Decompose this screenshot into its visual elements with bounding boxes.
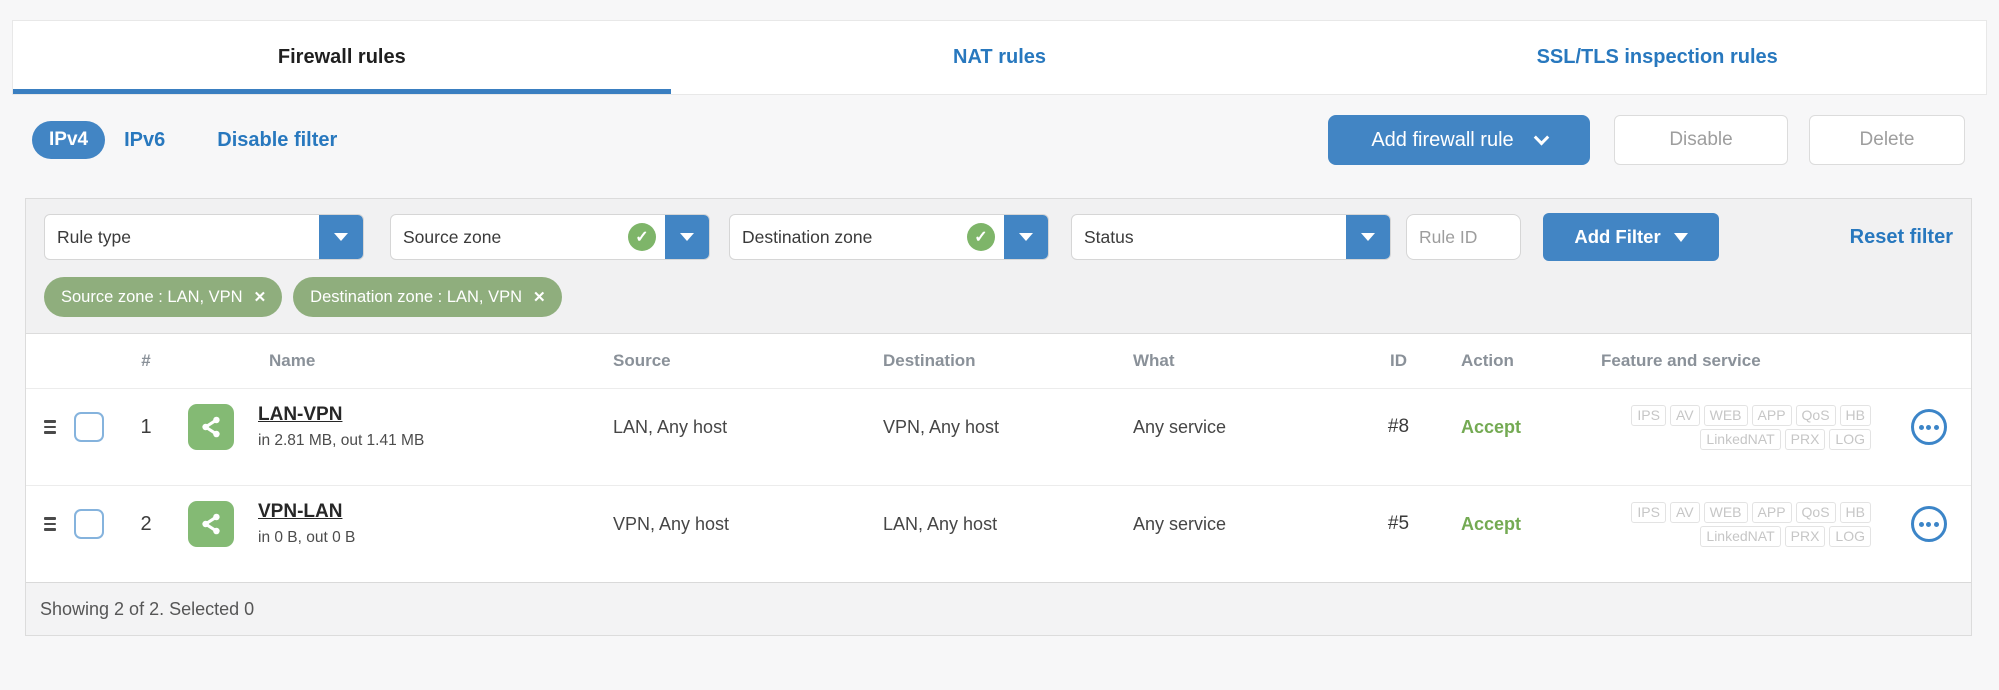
close-icon[interactable]: ✕ — [533, 288, 546, 306]
tab-firewall-rules[interactable]: Firewall rules — [13, 21, 671, 94]
header-name: Name — [269, 351, 316, 370]
badge-web: WEB — [1703, 404, 1748, 426]
rule-id-input[interactable] — [1406, 214, 1521, 260]
rule-id: #8 — [1387, 416, 1410, 437]
tab-nat-rules[interactable]: NAT rules — [671, 21, 1329, 94]
source-zone-dropdown[interactable]: Source zone ✓ — [390, 214, 710, 260]
check-circle-icon: ✓ — [967, 223, 995, 251]
filter-chip-label: Destination zone : LAN, VPN — [310, 287, 523, 306]
tab-bar: Firewall rules NAT rules SSL/TLS inspect… — [12, 20, 1987, 95]
header-feature-and-service: Feature and service — [1601, 351, 1761, 370]
drag-handle-icon[interactable] — [26, 420, 61, 434]
destination-zone-label: Destination zone — [742, 226, 873, 247]
header-number: # — [141, 351, 151, 370]
table-row: 2 VPN-LAN in 0 B, out 0 B VPN, Any host … — [26, 485, 1971, 582]
badge-linkednat: LinkedNAT — [1700, 525, 1781, 547]
rule-destination: VPN, Any host — [883, 416, 1000, 437]
status-dropdown[interactable]: Status — [1071, 214, 1391, 260]
badge-hb: HB — [1839, 501, 1871, 523]
ipv4-toggle[interactable]: IPv4 — [32, 121, 106, 159]
firewall-rules-table: # Name Source Destination What ID Action… — [25, 333, 1972, 636]
rule-action: Accept — [1461, 513, 1522, 534]
drag-handle-icon[interactable] — [26, 517, 61, 531]
badge-linkednat: LinkedNAT — [1700, 428, 1781, 450]
rule-destination: LAN, Any host — [883, 513, 998, 534]
row-number: 1 — [140, 415, 152, 438]
dropdown-caret-icon[interactable] — [665, 215, 709, 259]
add-filter-button[interactable]: Add Filter — [1543, 213, 1719, 261]
status-label: Status — [1084, 226, 1134, 247]
dropdown-caret-icon[interactable] — [1346, 215, 1390, 259]
row-number: 2 — [140, 512, 152, 535]
filter-chip-destination-zone[interactable]: Destination zone : LAN, VPN ✕ — [293, 277, 562, 317]
filter-chip-source-zone[interactable]: Source zone : LAN, VPN ✕ — [44, 277, 283, 317]
feature-badges: IPS AV WEB APP QoS HB LinkedNAT PRX LOG — [1591, 501, 1886, 547]
badge-ips: IPS — [1631, 501, 1666, 523]
badge-qos: QoS — [1795, 501, 1836, 523]
badge-prx: PRX — [1784, 525, 1826, 547]
feature-badges: IPS AV WEB APP QoS HB LinkedNAT PRX LOG — [1591, 404, 1886, 450]
triangle-down-icon — [1673, 232, 1688, 242]
badge-log: LOG — [1829, 428, 1871, 450]
row-checkbox[interactable] — [73, 509, 104, 539]
badge-ips: IPS — [1631, 404, 1666, 426]
badge-prx: PRX — [1784, 428, 1826, 450]
rule-type-label: Rule type — [57, 226, 131, 247]
badge-log: LOG — [1829, 525, 1871, 547]
header-id: ID — [1390, 351, 1407, 370]
header-source: Source — [613, 351, 671, 370]
header-action: Action — [1461, 351, 1514, 370]
disable-button[interactable]: Disable — [1614, 115, 1788, 165]
rule-id: #5 — [1387, 513, 1410, 534]
badge-app: APP — [1751, 404, 1792, 426]
ellipsis-menu-icon[interactable] — [1910, 506, 1947, 542]
rule-source: VPN, Any host — [613, 513, 730, 534]
badge-app: APP — [1751, 501, 1792, 523]
rule-traffic: in 0 B, out 0 B — [258, 529, 356, 546]
header-what: What — [1133, 351, 1175, 370]
check-circle-icon: ✓ — [628, 223, 656, 251]
table-row: 1 LAN-VPN in 2.81 MB, out 1.41 MB LAN, A… — [26, 388, 1971, 485]
filter-row: Rule type Source zone ✓ Destination zone… — [44, 213, 1953, 261]
rule-what: Any service — [1133, 416, 1227, 437]
close-icon[interactable]: ✕ — [254, 288, 267, 306]
badge-av: AV — [1669, 501, 1700, 523]
rule-source: LAN, Any host — [613, 416, 728, 437]
rule-type-dropdown[interactable]: Rule type — [44, 214, 364, 260]
add-firewall-rule-label: Add firewall rule — [1371, 128, 1514, 151]
active-filter-chips: Source zone : LAN, VPN ✕ Destination zon… — [44, 277, 1953, 317]
add-firewall-rule-button[interactable]: Add firewall rule — [1328, 115, 1590, 165]
rule-name-link[interactable]: VPN-LAN — [258, 501, 355, 523]
add-filter-label: Add Filter — [1574, 226, 1661, 247]
delete-button[interactable]: Delete — [1809, 115, 1965, 165]
ipv6-toggle[interactable]: IPv6 — [124, 129, 165, 152]
badge-hb: HB — [1839, 404, 1871, 426]
header-destination: Destination — [883, 351, 976, 370]
rule-action: Accept — [1461, 416, 1522, 437]
reset-filter-link[interactable]: Reset filter — [1850, 226, 1953, 249]
badge-av: AV — [1669, 404, 1700, 426]
chevron-down-icon — [1533, 129, 1549, 145]
row-checkbox[interactable] — [73, 412, 104, 442]
filter-panel: Rule type Source zone ✓ Destination zone… — [25, 198, 1972, 333]
disable-filter-link[interactable]: Disable filter — [217, 129, 337, 152]
badge-qos: QoS — [1795, 404, 1836, 426]
tab-ssl-tls-inspection-rules[interactable]: SSL/TLS inspection rules — [1328, 21, 1986, 94]
rule-name-link[interactable]: LAN-VPN — [258, 404, 424, 426]
destination-zone-dropdown[interactable]: Destination zone ✓ — [729, 214, 1049, 260]
table-footer-status: Showing 2 of 2. Selected 0 — [26, 582, 1971, 635]
table-header-row: # Name Source Destination What ID Action… — [26, 334, 1971, 388]
share-icon — [188, 501, 234, 547]
rule-what: Any service — [1133, 513, 1227, 534]
rule-traffic: in 2.81 MB, out 1.41 MB — [258, 432, 425, 449]
filter-chip-label: Source zone : LAN, VPN — [61, 287, 243, 306]
ellipsis-menu-icon[interactable] — [1910, 409, 1947, 445]
toolbar: IPv4 IPv6 Disable filter Add firewall ru… — [32, 115, 1965, 165]
source-zone-label: Source zone — [403, 226, 502, 247]
dropdown-caret-icon[interactable] — [1004, 215, 1048, 259]
dropdown-caret-icon[interactable] — [319, 215, 363, 259]
share-icon — [188, 404, 234, 450]
badge-web: WEB — [1703, 501, 1748, 523]
